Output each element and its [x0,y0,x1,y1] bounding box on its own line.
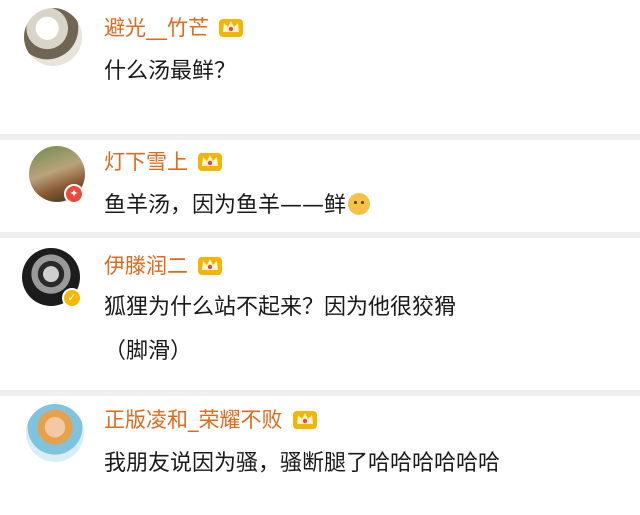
comment-line: （脚滑） [104,339,193,364]
comment-item: ✓ 伊滕润二 狐狸为什么站不起来？因为他很狡猾 （脚滑） [0,238,640,390]
verified-badge-icon: ✓ [62,288,82,308]
username[interactable]: 避光__竹芒 [104,12,209,42]
comment-text: 什么汤最鲜？ [104,50,624,94]
comment-item: ✦ 灯下雪上 鱼羊汤，因为鱼羊——鲜 [0,140,640,232]
username-row[interactable]: 避光__竹芒 [104,12,245,42]
username-row[interactable]: 伊滕润二 [104,250,224,280]
vip-crown-icon [198,257,222,275]
user-avatar[interactable] [26,404,84,462]
comment-line: 鱼羊汤，因为鱼羊——鲜 [104,193,347,218]
vip-crown-icon [219,19,243,37]
verified-badge-icon: ✦ [64,184,84,204]
comment-text: 鱼羊汤，因为鱼羊——鲜 [104,184,624,228]
username[interactable]: 灯下雪上 [104,146,188,176]
username[interactable]: 伊滕润二 [104,250,188,280]
vip-crown-icon [292,411,317,429]
username[interactable]: 正版凌和_荣耀不败 [104,404,283,434]
vip-crown-icon [198,153,222,171]
username-row[interactable]: 正版凌和_荣耀不败 [104,404,319,434]
comment-text: 狐狸为什么站不起来？因为他很狡猾 （脚滑） [104,286,624,374]
comment-item: 避光__竹芒 什么汤最鲜？ [0,0,640,134]
comment-line: 什么汤最鲜？ [104,59,237,84]
doge-emoji-icon [348,193,371,215]
comment-line: 我朋友说因为骚，骚断腿了哈哈哈哈哈哈 [104,451,501,476]
comment-line: 狐狸为什么站不起来？因为他很狡猾 [104,295,457,320]
user-avatar[interactable] [24,8,82,66]
comment-text: 我朋友说因为骚，骚断腿了哈哈哈哈哈哈 [104,442,624,486]
comment-item: 正版凌和_荣耀不败 我朋友说因为骚，骚断腿了哈哈哈哈哈哈 [0,396,640,515]
username-row[interactable]: 灯下雪上 [104,146,224,176]
